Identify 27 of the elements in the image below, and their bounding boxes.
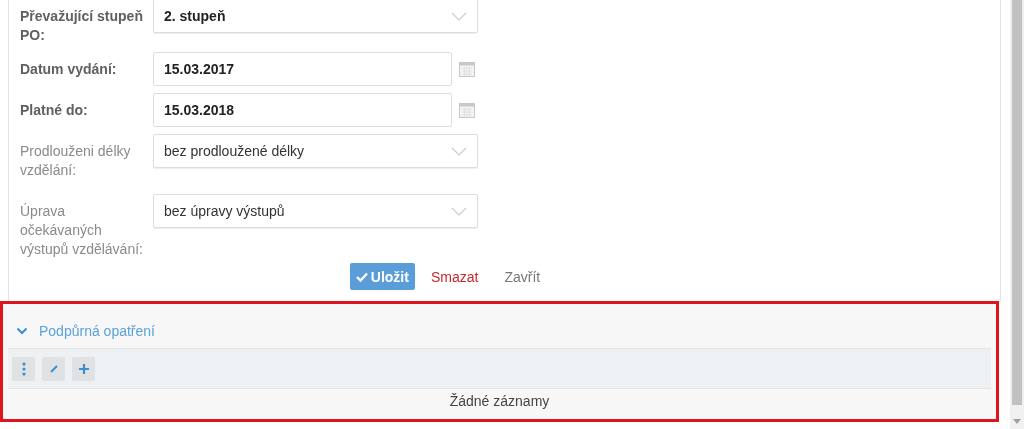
more-vertical-icon <box>21 361 26 376</box>
add-button[interactable] <box>72 356 95 381</box>
field-label: Převažující stupeň PO: <box>20 7 144 45</box>
edit-button[interactable] <box>42 356 65 381</box>
scroll-down-icon[interactable] <box>1013 419 1021 424</box>
more-button[interactable] <box>12 356 35 381</box>
check-icon <box>355 271 368 282</box>
close-button[interactable]: Zavřít <box>494 263 551 290</box>
select-field[interactable]: bez úpravy výstupů <box>153 194 478 228</box>
plus-icon <box>77 362 90 375</box>
chevron-down-icon <box>451 206 467 216</box>
field-label: Prodlouženi délky vzdělání: <box>20 142 132 180</box>
pencil-icon <box>49 364 58 373</box>
field-label: Platné do: <box>20 101 89 120</box>
select-field[interactable]: bez prodloužené délky <box>153 134 478 168</box>
select-field[interactable]: 2. stupeň <box>153 0 478 33</box>
field-label: Datum vydání: <box>20 60 118 79</box>
field-label: Úprava očekávaných výstupů vzdělávání: <box>20 202 144 259</box>
calendar-icon[interactable] <box>459 102 475 118</box>
empty-message: Žádné záznamy <box>449 393 550 409</box>
calendar-icon[interactable] <box>459 61 475 77</box>
delete-button[interactable]: Smazat <box>420 263 489 290</box>
date-field[interactable]: 15.03.2017 <box>153 52 452 86</box>
scrollbar[interactable] <box>1010 0 1024 429</box>
chevron-down-icon <box>451 11 467 21</box>
date-field[interactable]: 15.03.2018 <box>153 93 452 127</box>
chevron-down-icon <box>451 146 467 156</box>
